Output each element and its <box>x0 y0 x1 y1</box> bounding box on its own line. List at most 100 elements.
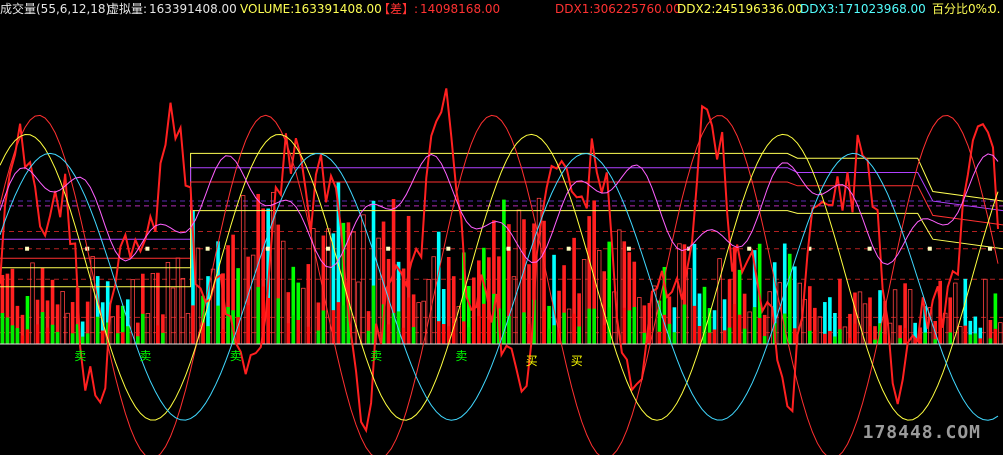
volume-bar-base-180 <box>903 328 907 344</box>
volume-bar-base-81 <box>406 297 411 344</box>
volume-bar-base-195 <box>978 338 983 344</box>
volume-bar-base-104 <box>522 312 526 344</box>
volume-bar-107 <box>536 197 542 345</box>
volume-bar-base-147 <box>737 314 742 344</box>
volume-bar-base-169 <box>848 337 852 344</box>
watermark-text: 178448.COM <box>862 422 981 443</box>
volume-bar-base-92 <box>461 321 466 344</box>
volume-bar-36 <box>180 277 186 345</box>
volume-bar-base-38 <box>191 305 195 344</box>
volume-bar-130 <box>652 285 657 345</box>
volume-bar-base-32 <box>161 332 165 344</box>
volume-bar-base-183 <box>918 338 922 344</box>
volume-bar-base-144 <box>722 330 727 344</box>
volume-bar-base-179 <box>898 338 902 344</box>
volume-bar-base-24 <box>120 332 125 344</box>
volume-bar-91 <box>456 306 461 345</box>
volume-bar-83 <box>416 302 421 345</box>
volume-bar-base-87 <box>436 321 441 344</box>
volume-bar-base-64 <box>321 310 326 344</box>
volume-bar-base-0 <box>0 313 5 344</box>
volume-bar-196 <box>983 278 988 345</box>
volume-bar-base-88 <box>441 324 446 344</box>
volume-bar-base-4 <box>20 335 25 344</box>
virtual-volume-label: 虚拟量: <box>107 2 148 16</box>
level-marker-29 <box>145 246 150 251</box>
percent-label: 百分比0%: <box>932 2 992 16</box>
signal-label-6: 买 <box>571 354 583 368</box>
level-marker-149 <box>747 246 752 251</box>
volume-bar-base-166 <box>833 336 837 344</box>
volume-bar-base-14 <box>70 333 75 344</box>
volume-bar-base-174 <box>873 339 877 344</box>
virtual-volume-value: 163391408.00 <box>149 2 237 16</box>
volume-bar-base-141 <box>707 332 712 344</box>
volume-bar-base-61 <box>306 326 311 344</box>
volume-bar-base-176 <box>883 334 887 344</box>
volume-bar-base-94 <box>472 319 476 344</box>
ddx2-value: 245196336.00 <box>715 2 803 16</box>
volume-bar-base-68 <box>341 305 346 344</box>
level-marker-125 <box>626 246 631 251</box>
volume-bar-34 <box>170 287 176 345</box>
volume-bar-base-67 <box>336 302 341 344</box>
signal-label-1: 卖 <box>139 349 151 363</box>
volume-bar-base-59 <box>296 319 301 344</box>
volume-bar-base-23 <box>115 333 120 344</box>
ddx3-label: DDX3: <box>800 2 839 16</box>
volume-bar-base-125 <box>627 310 632 344</box>
volume-bar-base-49 <box>246 305 250 344</box>
volume-bar-base-162 <box>813 330 817 344</box>
volume-bar-base-11 <box>55 331 60 344</box>
volume-bar-37 <box>185 313 191 345</box>
volume-bar-base-150 <box>752 307 757 344</box>
volume-bar-143 <box>717 258 722 345</box>
volume-bar-base-117 <box>587 308 591 344</box>
volume-bar-base-115 <box>577 326 581 344</box>
volume-bar-base-189 <box>948 332 953 344</box>
volume-bar-base-151 <box>757 317 762 344</box>
volume-bar-base-170 <box>853 323 857 344</box>
level-marker-53 <box>265 246 270 251</box>
volume-bar-base-93 <box>466 327 471 344</box>
volume-bar-base-96 <box>482 303 486 344</box>
volume-bar-base-7 <box>35 324 40 344</box>
ddx1-label: DDX1: <box>555 2 594 16</box>
volume-bar-base-16 <box>80 336 85 344</box>
volume-bar-22 <box>110 316 115 345</box>
signal-label-0: 卖 <box>74 349 86 363</box>
volume-bar-base-148 <box>742 328 747 344</box>
volume-bar-199 <box>998 322 1003 345</box>
volume-bar-base-112 <box>562 312 566 344</box>
volume-label: VOLUME: <box>240 2 295 16</box>
volume-bar-base-97 <box>487 319 491 344</box>
volume-bar-155 <box>777 282 782 345</box>
volume-bar-base-63 <box>316 330 321 344</box>
volume-bar-base-10 <box>50 324 55 344</box>
volume-bar-base-95 <box>477 316 481 344</box>
volume-bar-base-31 <box>156 325 160 344</box>
volume-bar-base-157 <box>787 314 792 344</box>
volume-bar-65 <box>326 228 331 345</box>
volume-bar-base-126 <box>632 307 637 344</box>
volume-bar-base-82 <box>411 327 416 344</box>
volume-bar-base-41 <box>206 326 210 344</box>
level-marker-113 <box>566 246 571 251</box>
volume-bar-191 <box>958 326 963 345</box>
volume-bar-171 <box>857 291 863 345</box>
volume-bar-base-89 <box>446 326 451 344</box>
diff-label: 【差】: <box>378 2 419 16</box>
level-marker-197 <box>987 246 992 251</box>
volume-bar-base-51 <box>256 287 260 344</box>
volume-chart: 卖卖卖卖卖买买 <box>0 88 1003 455</box>
volume-bar-159 <box>797 282 802 345</box>
volume-bar-base-20 <box>100 330 105 344</box>
volume-bar-base-109 <box>547 328 551 344</box>
volume-bar-35 <box>175 257 181 345</box>
signal-label-2: 卖 <box>230 349 242 363</box>
volume-bar-56 <box>281 240 286 345</box>
ddx3-value: 171023968.00 <box>838 2 926 16</box>
volume-bar-base-198 <box>993 328 998 344</box>
volume-bar-149 <box>747 311 752 345</box>
level-marker-41 <box>205 246 210 251</box>
